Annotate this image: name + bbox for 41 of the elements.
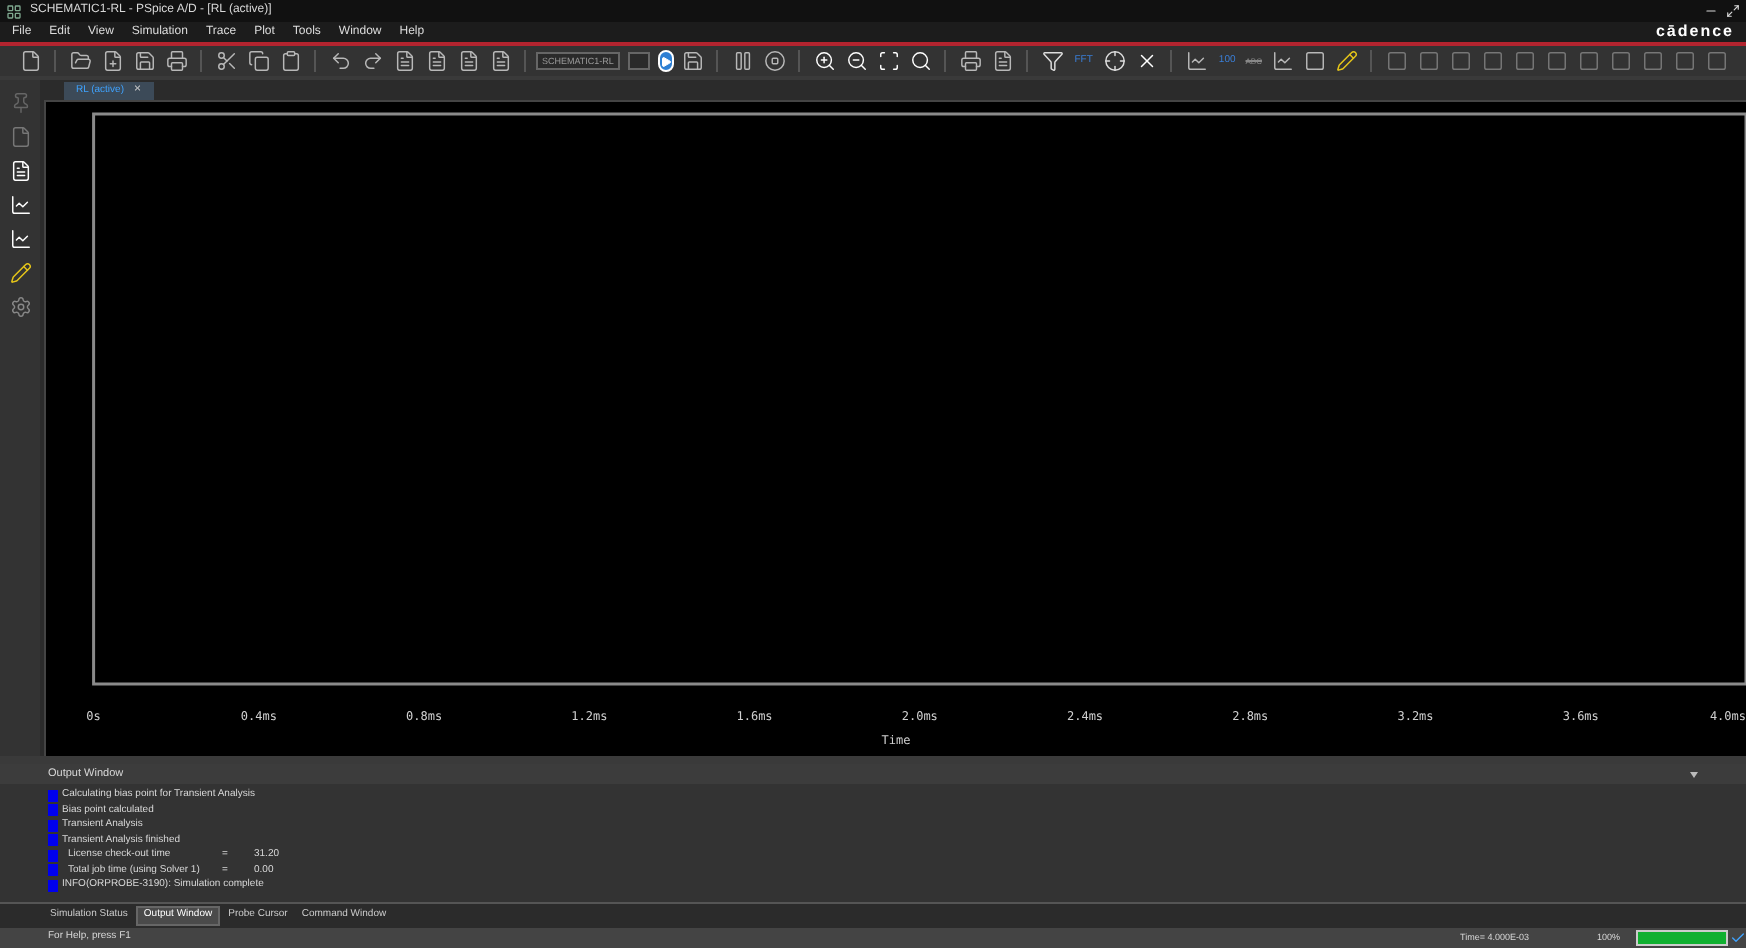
printer-icon[interactable]	[162, 47, 190, 75]
plot-window-icon[interactable]	[1414, 47, 1442, 75]
filter-icon[interactable]	[1038, 47, 1067, 75]
zoom-in-icon[interactable]	[810, 47, 839, 75]
plot-window-icon[interactable]	[1606, 47, 1634, 75]
zoom-area-icon[interactable]	[874, 47, 903, 75]
plot-window-icon[interactable]	[1574, 47, 1602, 75]
settings-icon[interactable]	[6, 292, 34, 320]
plot-window-icon[interactable]	[1510, 47, 1538, 75]
copy-icon[interactable]	[244, 47, 272, 75]
cut-icon[interactable]	[212, 47, 240, 75]
plot-window-icon[interactable]	[1638, 47, 1666, 75]
save-icon[interactable]	[678, 47, 707, 75]
plot-window-icon[interactable]	[1478, 47, 1506, 75]
pencil-icon[interactable]	[6, 258, 34, 286]
brand-logo: cādence	[1655, 20, 1734, 44]
run-button[interactable]	[658, 50, 675, 72]
add-trace-icon[interactable]	[1182, 47, 1211, 75]
square-icon[interactable]	[1300, 47, 1328, 75]
plot-window-icon[interactable]	[1446, 47, 1474, 75]
dropdown-icon[interactable]	[1690, 771, 1698, 777]
plot-window-icon[interactable]	[1702, 47, 1730, 75]
stop-icon[interactable]	[760, 47, 789, 75]
check-icon	[1730, 930, 1746, 946]
plot-window-icon[interactable]	[1382, 47, 1410, 75]
zoom-fit-icon[interactable]	[906, 47, 935, 75]
open-folder-icon[interactable]	[66, 47, 94, 75]
minimize-button[interactable]	[1704, 4, 1718, 18]
plot-window-icon[interactable]	[1542, 47, 1570, 75]
pencil-icon[interactable]	[1332, 47, 1360, 75]
printer-icon[interactable]	[956, 47, 985, 75]
restore-button[interactable]	[1726, 4, 1740, 18]
zoom-out-icon[interactable]	[842, 47, 871, 75]
chart-icon[interactable]	[6, 190, 34, 218]
plot-window-icon[interactable]	[1670, 47, 1698, 75]
save-icon[interactable]	[130, 47, 158, 75]
app-icon	[6, 3, 22, 19]
cursor-icon[interactable]	[1100, 47, 1129, 75]
chart-icon[interactable]	[6, 224, 34, 252]
progress-field	[627, 52, 651, 70]
chart-icon[interactable]	[1268, 47, 1296, 75]
